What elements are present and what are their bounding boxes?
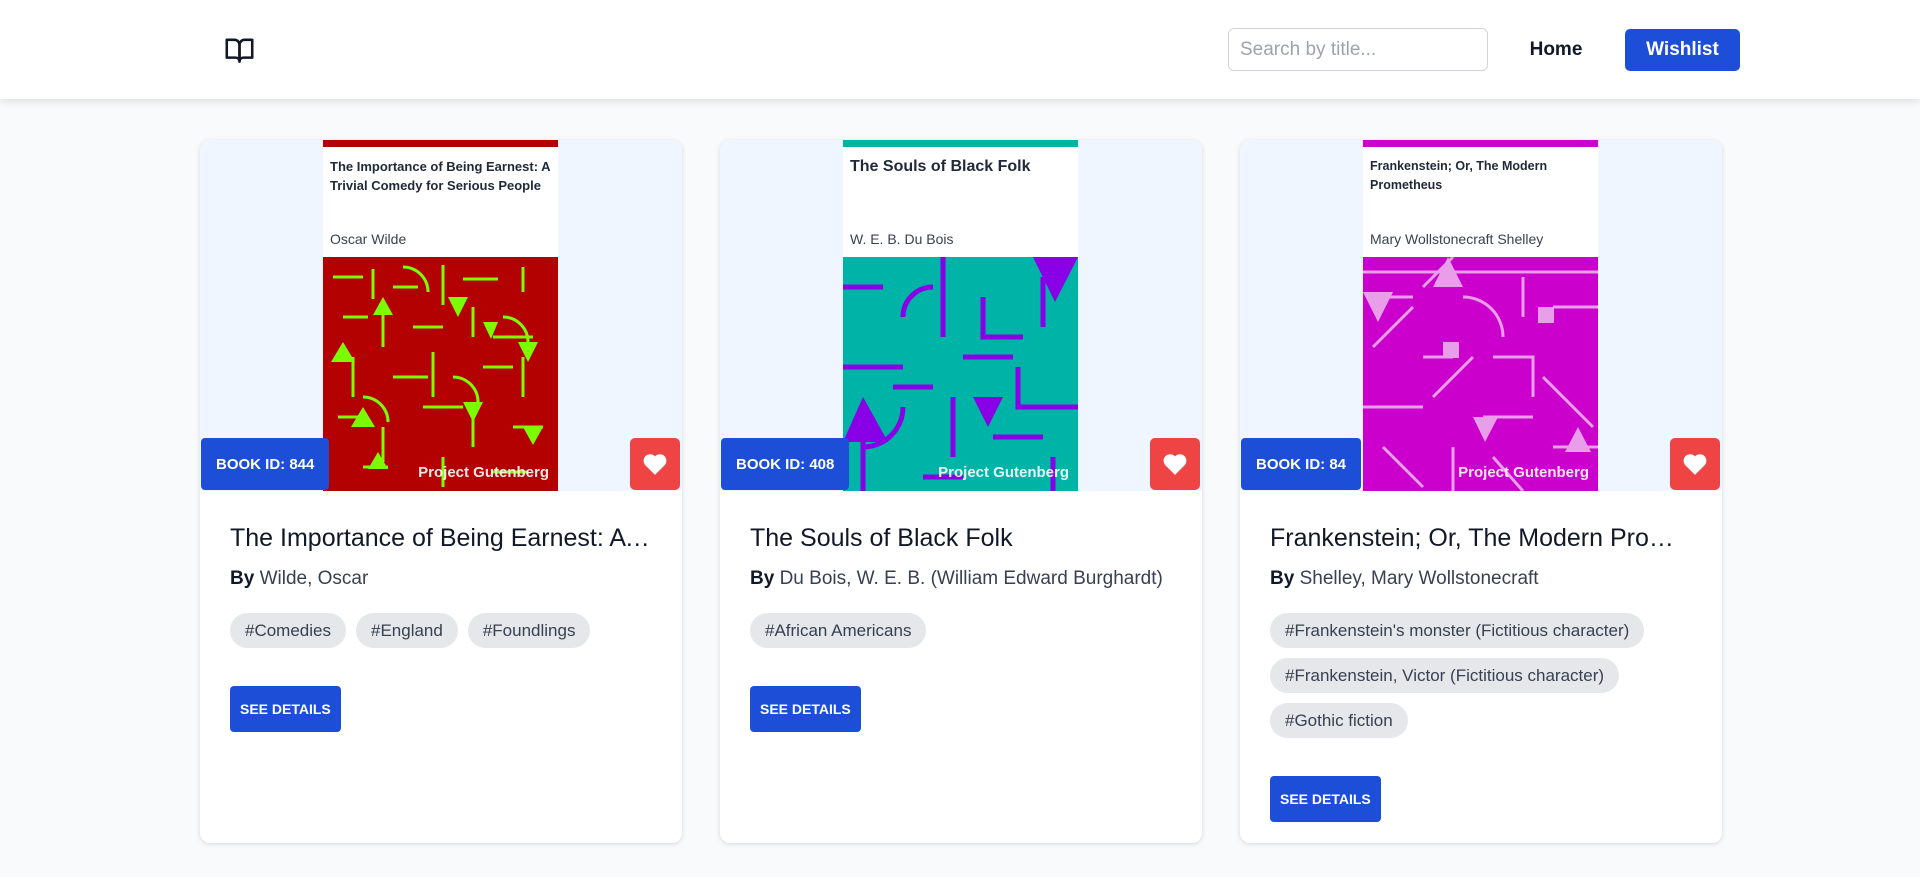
book-id-badge: BOOK ID: 408 (721, 438, 850, 490)
cover-header: Frankenstein; Or, The Modern Prometheus … (1363, 140, 1598, 257)
book-id-badge: BOOK ID: 84 (1241, 438, 1362, 490)
by-label: By (1270, 568, 1295, 589)
nav-wishlist-button[interactable]: Wishlist (1625, 29, 1740, 71)
book-card: Frankenstein; Or, The Modern Prometheus … (1240, 140, 1722, 843)
search-input[interactable] (1228, 28, 1488, 71)
author-name: Shelley, Mary Wollstonecraft (1299, 568, 1539, 589)
cover-header: The Souls of Black Folk W. E. B. Du Bois (843, 140, 1078, 257)
tag[interactable]: #Foundlings (467, 613, 591, 648)
cover-title: Frankenstein; Or, The Modern Prometheus (1370, 159, 1548, 192)
see-details-button[interactable]: SEE DETAILS (1270, 776, 1381, 822)
cover-author: W. E. B. Du Bois (850, 231, 954, 247)
cover-brand: Project Gutenberg (938, 464, 1069, 481)
cover-author: Mary Wollstonecraft Shelley (1370, 231, 1544, 247)
cover-header: The Importance of Being Earnest: A Trivi… (323, 140, 558, 257)
tag[interactable]: #Gothic fiction (1270, 703, 1408, 738)
cover-pattern (323, 257, 558, 491)
tag[interactable]: #Frankenstein's monster (Fictitious char… (1270, 613, 1645, 648)
book-icon[interactable] (224, 36, 255, 64)
book-author: By Wilde, Oscar (230, 566, 368, 592)
see-details-button[interactable]: SEE DETAILS (750, 686, 861, 732)
wishlist-heart-button[interactable] (1150, 438, 1200, 490)
cover-pattern (843, 257, 1078, 491)
book-card: The Importance of Being Earnest: A Trivi… (200, 140, 682, 843)
author-name: Du Bois, W. E. B. (William Edward Burgha… (779, 568, 1163, 589)
heart-icon (643, 454, 667, 475)
book-id-badge: BOOK ID: 844 (201, 438, 330, 490)
book-cover-image: The Souls of Black Folk W. E. B. Du Bois… (843, 140, 1078, 491)
tag[interactable]: #African Americans (750, 613, 927, 648)
wishlist-heart-button[interactable] (630, 438, 680, 490)
book-cover-image: Frankenstein; Or, The Modern Prometheus … (1363, 140, 1598, 491)
tag-list: #African Americans (750, 613, 1180, 648)
book-title[interactable]: Frankenstein; Or, The Modern Prometheus (1270, 522, 1690, 554)
navbar: Home Wishlist (0, 0, 1920, 99)
tag-list: #Comedies #England #Foundlings (230, 613, 660, 648)
heart-icon (1683, 454, 1707, 475)
book-title[interactable]: The Importance of Being Earnest: A Trivi… (230, 522, 650, 554)
tag[interactable]: #Comedies (230, 613, 346, 648)
cover-pattern (1363, 257, 1598, 491)
book-cover-image: The Importance of Being Earnest: A Trivi… (323, 140, 558, 491)
cover-author: Oscar Wilde (330, 231, 407, 247)
cover-title: The Souls of Black Folk (850, 158, 1031, 175)
book-title[interactable]: The Souls of Black Folk (750, 522, 1170, 554)
book-author: By Du Bois, W. E. B. (William Edward Bur… (750, 566, 1163, 592)
nav-home-link[interactable]: Home (1512, 29, 1600, 71)
author-name: Wilde, Oscar (259, 568, 369, 589)
tag[interactable]: #England (356, 613, 458, 648)
book-author: By Shelley, Mary Wollstonecraft (1270, 566, 1539, 592)
by-label: By (750, 568, 775, 589)
wishlist-heart-button[interactable] (1670, 438, 1720, 490)
heart-icon (1163, 454, 1187, 475)
by-label: By (230, 568, 255, 589)
tag-list: #Frankenstein's monster (Fictitious char… (1270, 613, 1700, 738)
see-details-button[interactable]: SEE DETAILS (230, 686, 341, 732)
tag[interactable]: #Frankenstein, Victor (Fictitious charac… (1270, 658, 1620, 693)
cover-brand: Project Gutenberg (418, 464, 549, 481)
book-card: The Souls of Black Folk W. E. B. Du Bois… (720, 140, 1202, 843)
cover-title: The Importance of Being Earnest: A Trivi… (330, 159, 551, 193)
cover-brand: Project Gutenberg (1458, 464, 1589, 481)
